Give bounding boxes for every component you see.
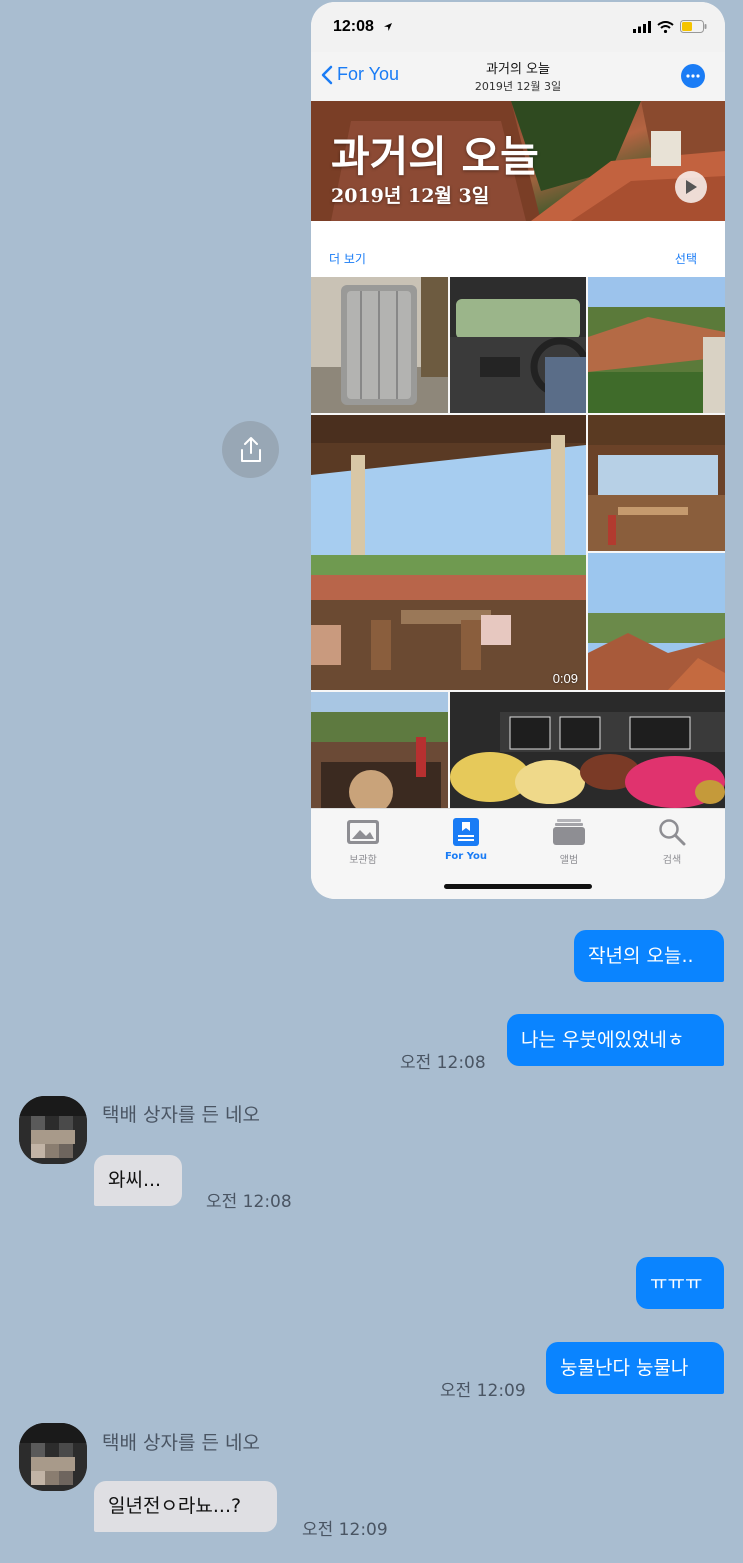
sender-name: 택배 상자를 든 네오 <box>102 1104 260 1126</box>
albums-icon <box>553 819 585 845</box>
video-duration: 0:09 <box>552 671 578 686</box>
nav-bar: For You 과거의 오늘 2019년 12월 3일 <box>311 52 725 101</box>
photo-thumbnail[interactable] <box>311 692 448 808</box>
ellipsis-icon <box>686 74 700 78</box>
message-timestamp: 오전 12:08 <box>400 1053 486 1073</box>
sender-name: 택배 상자를 든 네오 <box>102 1432 260 1454</box>
select-button[interactable]: 선택 <box>675 250 697 267</box>
video-thumbnail[interactable]: 0:09 <box>311 415 586 690</box>
status-time: 12:08 <box>333 18 374 35</box>
cellular-signal-icon <box>633 20 651 33</box>
wifi-icon <box>657 20 674 33</box>
avatar[interactable] <box>19 1096 87 1164</box>
message-timestamp: 오전 12:09 <box>440 1381 526 1401</box>
more-button[interactable] <box>681 64 705 88</box>
tab-search[interactable]: 검색 <box>632 817 712 866</box>
suitcase-photo <box>311 277 448 413</box>
pixelated-profile-photo <box>19 1423 87 1491</box>
tab-label: 검색 <box>662 855 682 866</box>
battery-icon <box>680 20 707 33</box>
pixelated-profile-photo <box>19 1096 87 1164</box>
restaurant-interior-photo <box>588 415 725 551</box>
search-icon <box>659 819 686 846</box>
share-button[interactable] <box>222 421 279 478</box>
message-bubble[interactable]: ㅠㅠㅠ <box>636 1257 724 1309</box>
status-bar: 12:08 <box>311 2 725 52</box>
dining-table-photo <box>311 692 448 808</box>
status-icons <box>633 20 707 33</box>
tab-for-you[interactable]: For You <box>426 817 506 862</box>
tab-label: For You <box>444 851 488 862</box>
message-timestamp: 오전 12:09 <box>302 1520 388 1540</box>
message-bubble[interactable]: 일년전ㅇ라뇨...? <box>94 1481 277 1532</box>
message-bubble[interactable]: 와씨... <box>94 1155 182 1206</box>
location-arrow-icon <box>384 23 392 31</box>
photo-thumbnail[interactable] <box>588 553 725 690</box>
photos-library-icon <box>347 820 379 844</box>
photo-thumbnail[interactable] <box>588 415 725 551</box>
for-you-icon <box>453 818 479 846</box>
shared-screenshot[interactable]: 12:08 For You 과거의 오늘 2019년 12월 3일 과거의 오늘… <box>311 2 725 899</box>
photo-thumbnail[interactable] <box>450 277 586 413</box>
play-button[interactable] <box>675 171 707 203</box>
message-bubble[interactable]: 나는 우붓에있었네ㅎ <box>507 1014 724 1066</box>
message-bubble[interactable]: 작년의 오늘.. <box>574 930 724 982</box>
tab-library[interactable]: 보관함 <box>323 817 403 866</box>
message-bubble[interactable]: 눙물난다 눙물나 <box>546 1342 724 1394</box>
rooftops-view-photo <box>588 553 725 690</box>
message-timestamp: 오전 12:08 <box>206 1192 292 1212</box>
car-interior-photo <box>450 277 586 413</box>
photo-thumbnail[interactable] <box>588 277 725 413</box>
home-indicator <box>444 884 592 889</box>
tab-label: 앨범 <box>559 855 579 866</box>
section-header: 더 보기 선택 <box>311 221 725 277</box>
rooftop-view-photo <box>588 277 725 413</box>
nav-title: 과거의 오늘 <box>486 62 550 77</box>
avatar[interactable] <box>19 1423 87 1491</box>
memory-hero-image[interactable]: 과거의 오늘 2019년 12월 3일 <box>311 101 725 221</box>
restaurant-terrace-photo <box>311 415 586 690</box>
play-icon <box>686 180 697 194</box>
photo-thumbnail[interactable] <box>450 692 725 808</box>
hero-date: 2019년 12월 3일 <box>331 185 490 207</box>
see-more-link[interactable]: 더 보기 <box>329 250 366 267</box>
fruit-market-photo <box>450 692 725 808</box>
tab-albums[interactable]: 앨범 <box>529 817 609 866</box>
hero-title: 과거의 오늘 <box>331 132 539 181</box>
tab-label: 보관함 <box>349 855 377 866</box>
photo-thumbnail[interactable] <box>311 277 448 413</box>
nav-subtitle: 2019년 12월 3일 <box>474 80 562 93</box>
share-icon <box>240 436 261 462</box>
